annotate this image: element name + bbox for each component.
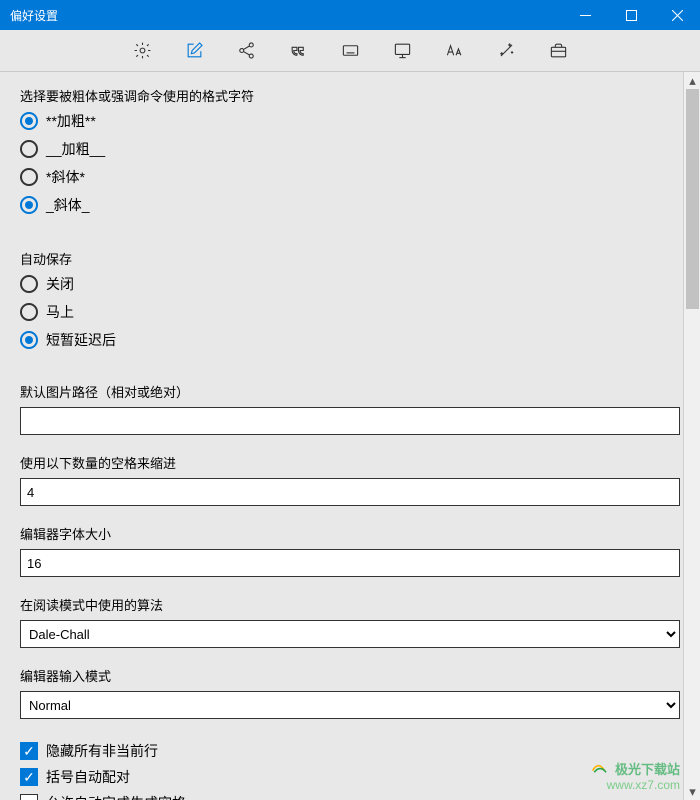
checkbox-group: ✓ 隐藏所有非当前行 ✓ 括号自动配对 ✓ 允许自动完成生成空格 ✓ 按 Cod… <box>20 741 680 800</box>
font-size-input[interactable] <box>20 549 680 577</box>
font-icon[interactable] <box>443 40 465 62</box>
radio-label: **加粗** <box>46 111 96 131</box>
share-icon[interactable] <box>235 40 257 62</box>
checkbox-autocomp-space[interactable]: ✓ 允许自动完成生成空格 <box>20 793 680 800</box>
gear-icon[interactable] <box>131 40 153 62</box>
settings-content: 选择要被粗体或强调命令使用的格式字符 **加粗** __加粗__ *斜体* _斜… <box>0 72 700 800</box>
card-icon[interactable] <box>339 40 361 62</box>
format-chars-group: **加粗** __加粗__ *斜体* _斜体_ <box>20 111 680 215</box>
radio-icon <box>20 275 38 293</box>
input-mode-label: 编辑器输入模式 <box>20 666 680 685</box>
scroll-down-icon[interactable]: ▾ <box>684 783 700 800</box>
radio-italic-star[interactable]: *斜体* <box>20 167 680 187</box>
radio-autosave-now[interactable]: 马上 <box>20 302 680 322</box>
toolbar <box>0 30 700 72</box>
maximize-button[interactable] <box>608 0 654 30</box>
close-button[interactable] <box>654 0 700 30</box>
autosave-label: 自动保存 <box>20 249 680 268</box>
radio-icon <box>20 168 38 186</box>
titlebar: 偏好设置 <box>0 0 700 30</box>
radio-label: _斜体_ <box>46 195 90 215</box>
window-title: 偏好设置 <box>10 7 58 24</box>
radio-icon <box>20 331 38 349</box>
radio-label: 关闭 <box>46 274 74 294</box>
edit-icon[interactable] <box>183 40 205 62</box>
image-path-input[interactable] <box>20 407 680 435</box>
radio-icon <box>20 196 38 214</box>
indent-label: 使用以下数量的空格来缩进 <box>20 453 680 472</box>
checkbox-label: 允许自动完成生成空格 <box>46 793 186 800</box>
monitor-icon[interactable] <box>391 40 413 62</box>
checkbox-bracket-pair[interactable]: ✓ 括号自动配对 <box>20 767 680 787</box>
radio-autosave-off[interactable]: 关闭 <box>20 274 680 294</box>
scroll-up-icon[interactable]: ▴ <box>684 72 700 89</box>
checkbox-icon: ✓ <box>20 768 38 786</box>
radio-label: __加粗__ <box>46 139 105 159</box>
radio-autosave-delay[interactable]: 短暂延迟后 <box>20 330 680 350</box>
radio-bold-under[interactable]: __加粗__ <box>20 139 680 159</box>
toolbox-icon[interactable] <box>547 40 569 62</box>
format-chars-label: 选择要被粗体或强调命令使用的格式字符 <box>20 86 680 105</box>
radio-label: 短暂延迟后 <box>46 330 116 350</box>
scroll-thumb[interactable] <box>686 89 699 309</box>
indent-input[interactable] <box>20 478 680 506</box>
radio-italic-under[interactable]: _斜体_ <box>20 195 680 215</box>
autosave-group: 关闭 马上 短暂延迟后 <box>20 274 680 350</box>
checkbox-icon: ✓ <box>20 742 38 760</box>
radio-label: *斜体* <box>46 167 85 187</box>
radio-icon <box>20 112 38 130</box>
minimize-button[interactable] <box>562 0 608 30</box>
wand-icon[interactable] <box>495 40 517 62</box>
input-mode-select[interactable]: Normal <box>20 691 680 719</box>
radio-icon <box>20 303 38 321</box>
checkbox-label: 隐藏所有非当前行 <box>46 741 158 761</box>
scrollbar[interactable]: ▴ ▾ <box>683 72 700 800</box>
radio-bold-star[interactable]: **加粗** <box>20 111 680 131</box>
algo-select[interactable]: Dale-Chall <box>20 620 680 648</box>
radio-icon <box>20 140 38 158</box>
quote-icon[interactable] <box>287 40 309 62</box>
checkbox-hide-lines[interactable]: ✓ 隐藏所有非当前行 <box>20 741 680 761</box>
image-path-label: 默认图片路径（相对或绝对） <box>20 382 680 401</box>
checkbox-icon: ✓ <box>20 794 38 800</box>
radio-label: 马上 <box>46 302 74 322</box>
font-size-label: 编辑器字体大小 <box>20 524 680 543</box>
checkbox-label: 括号自动配对 <box>46 767 130 787</box>
algo-label: 在阅读模式中使用的算法 <box>20 595 680 614</box>
